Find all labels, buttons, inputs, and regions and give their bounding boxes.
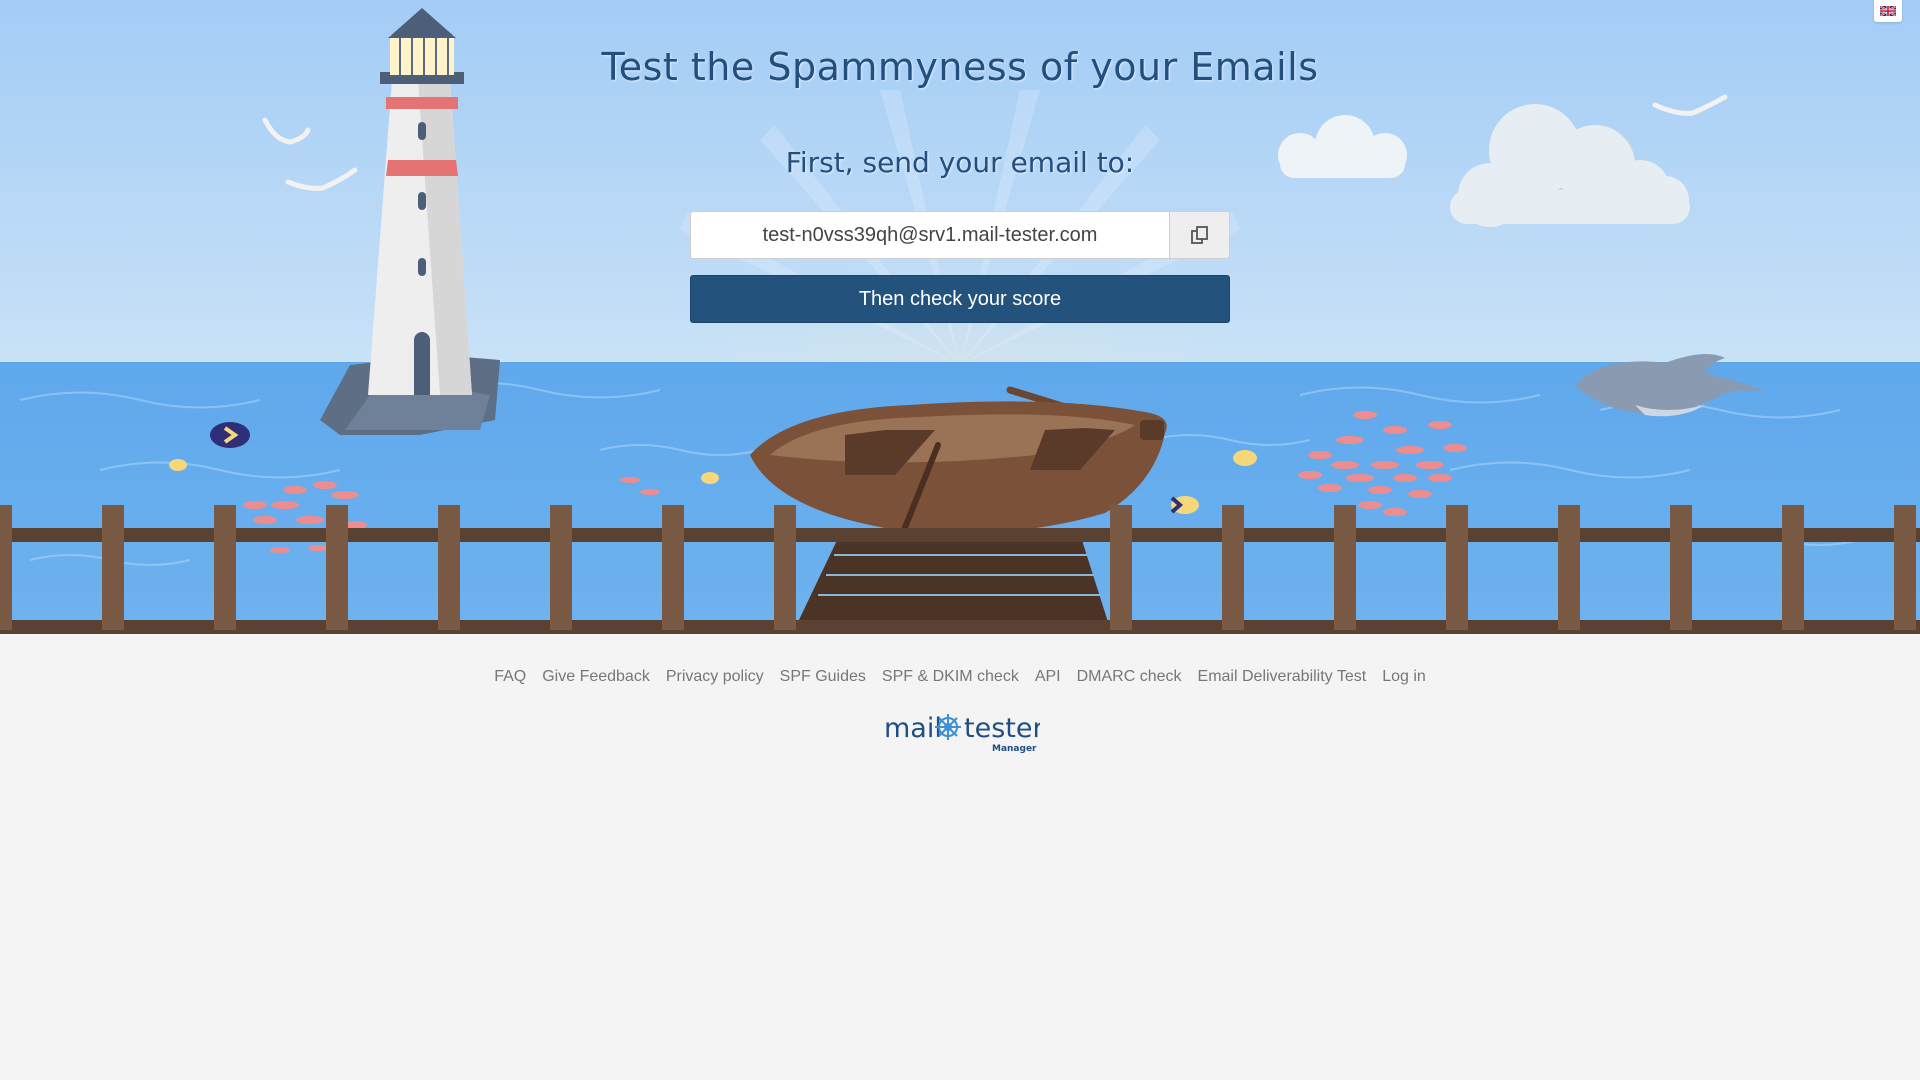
email-address-group [690,211,1230,259]
footer-nav: FAQ Give Feedback Privacy policy SPF Gui… [0,668,1920,686]
footer-link-give-feedback[interactable]: Give Feedback [542,668,650,686]
page-title: Test the Spammyness of your Emails [601,45,1319,89]
footer-link-spf-guides[interactable]: SPF Guides [780,668,866,686]
footer-link-log-in[interactable]: Log in [1382,668,1426,686]
footer-link-email-deliverability-test[interactable]: Email Deliverability Test [1198,668,1367,686]
uk-flag-icon [1880,6,1896,16]
check-score-button[interactable]: Then check your score [690,275,1230,323]
footer-link-privacy-policy[interactable]: Privacy policy [666,668,764,686]
footer-link-faq[interactable]: FAQ [494,668,526,686]
footer-link-dmarc-check[interactable]: DMARC check [1077,668,1182,686]
copy-icon [1190,226,1208,244]
footer-link-spf-dkim-check[interactable]: SPF & DKIM check [882,668,1019,686]
test-email-address-input[interactable] [690,211,1169,259]
logo-subtitle: Manager [992,744,1037,754]
page-subtitle: First, send your email to: [785,146,1135,179]
mail-tester-logo[interactable]: mail tester Manager [880,705,1044,755]
language-selector[interactable] [1874,0,1902,22]
logo-word-mail: mail [884,713,942,744]
copy-email-button[interactable] [1169,211,1230,259]
footer-link-api[interactable]: API [1035,668,1061,686]
logo-word-tester: tester [964,713,1040,744]
hero-banner: Test the Spammyness of your Emails First… [0,0,1920,634]
